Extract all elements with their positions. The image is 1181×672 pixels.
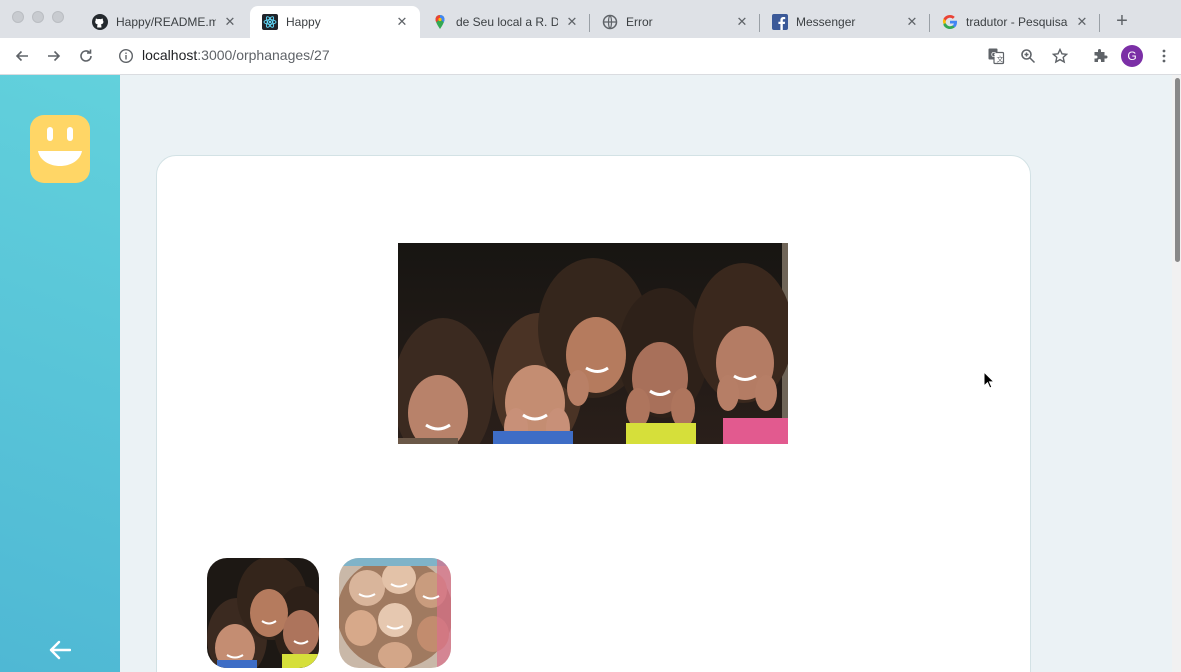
- children-circle-photo-thumbnail-image: [339, 558, 451, 668]
- browser-tab-happy[interactable]: Happy ✕: [250, 6, 420, 38]
- tab-title: de Seu local a R. D: [456, 15, 558, 29]
- tab-separator: [1099, 14, 1100, 32]
- browser-tab-strip: Happy/README.md ✕ Happy ✕ de Seu local a…: [0, 0, 1181, 38]
- globe-icon: [602, 14, 618, 30]
- url-path: :3000/orphanages/27: [197, 47, 330, 63]
- zoom-icon[interactable]: [1016, 44, 1040, 68]
- tab-title: Happy/README.md: [116, 15, 216, 29]
- tab-title: tradutor - Pesquisa: [966, 15, 1068, 29]
- app-sidebar: [0, 75, 120, 672]
- browser-tab-messenger[interactable]: Messenger ✕: [760, 6, 930, 38]
- reload-icon[interactable]: [74, 44, 98, 68]
- window-minimize-dot[interactable]: [32, 11, 44, 23]
- react-icon: [262, 14, 278, 30]
- tab-separator: [929, 14, 930, 32]
- main-photo: [393, 243, 793, 468]
- google-maps-icon: [432, 14, 448, 30]
- children-photo-image: [393, 243, 793, 468]
- tab-close-icon[interactable]: ✕: [1074, 14, 1090, 30]
- tab-close-icon[interactable]: ✕: [904, 14, 920, 30]
- tab-close-icon[interactable]: ✕: [394, 14, 410, 30]
- orphanage-details-card: [156, 155, 1031, 672]
- tab-separator: [589, 14, 590, 32]
- happy-logo-icon[interactable]: [30, 115, 90, 185]
- tab-title: Happy: [286, 15, 321, 29]
- tab-separator: [759, 14, 760, 32]
- translate-icon[interactable]: G文: [984, 44, 1008, 68]
- forward-arrow-icon[interactable]: [42, 44, 66, 68]
- window-close-dot[interactable]: [12, 11, 24, 23]
- mouse-cursor-icon: [983, 370, 996, 394]
- browser-tab-readme[interactable]: Happy/README.md ✕: [80, 6, 248, 38]
- tab-close-icon[interactable]: ✕: [734, 14, 750, 30]
- photo-thumbnail[interactable]: [339, 558, 451, 668]
- scrollbar-thumb[interactable]: [1175, 78, 1180, 262]
- arrow-left-icon: [49, 640, 71, 660]
- github-icon: [92, 14, 108, 30]
- bookmark-star-icon[interactable]: [1048, 44, 1072, 68]
- browser-toolbar: localhost:3000/orphanages/27 G文: [0, 38, 1181, 75]
- facebook-icon: [772, 14, 788, 30]
- browser-tab-error[interactable]: Error ✕: [590, 6, 760, 38]
- tab-title: Error: [626, 15, 653, 29]
- site-info-icon[interactable]: [114, 44, 138, 68]
- browser-tab-maps[interactable]: de Seu local a R. D ✕: [420, 6, 590, 38]
- address-bar[interactable]: localhost:3000/orphanages/27: [142, 47, 330, 63]
- url-host: localhost: [142, 47, 198, 63]
- google-icon: [942, 14, 958, 30]
- new-tab-plus-icon[interactable]: +: [1111, 10, 1133, 32]
- browser-menu-icon[interactable]: [1152, 44, 1176, 68]
- back-button[interactable]: [44, 636, 76, 664]
- photo-thumbnail[interactable]: [207, 558, 319, 668]
- tab-close-icon[interactable]: ✕: [564, 14, 580, 30]
- profile-avatar[interactable]: G: [1121, 45, 1143, 67]
- back-arrow-icon[interactable]: [10, 44, 34, 68]
- children-photo-thumbnail-image: [207, 558, 319, 668]
- svg-text:文: 文: [997, 55, 1004, 64]
- extensions-puzzle-icon[interactable]: [1088, 44, 1112, 68]
- tab-title: Messenger: [796, 15, 856, 29]
- window-maximize-dot[interactable]: [52, 11, 64, 23]
- browser-tab-tradutor[interactable]: tradutor - Pesquisa ✕: [930, 6, 1100, 38]
- tab-close-icon[interactable]: ✕: [222, 14, 238, 30]
